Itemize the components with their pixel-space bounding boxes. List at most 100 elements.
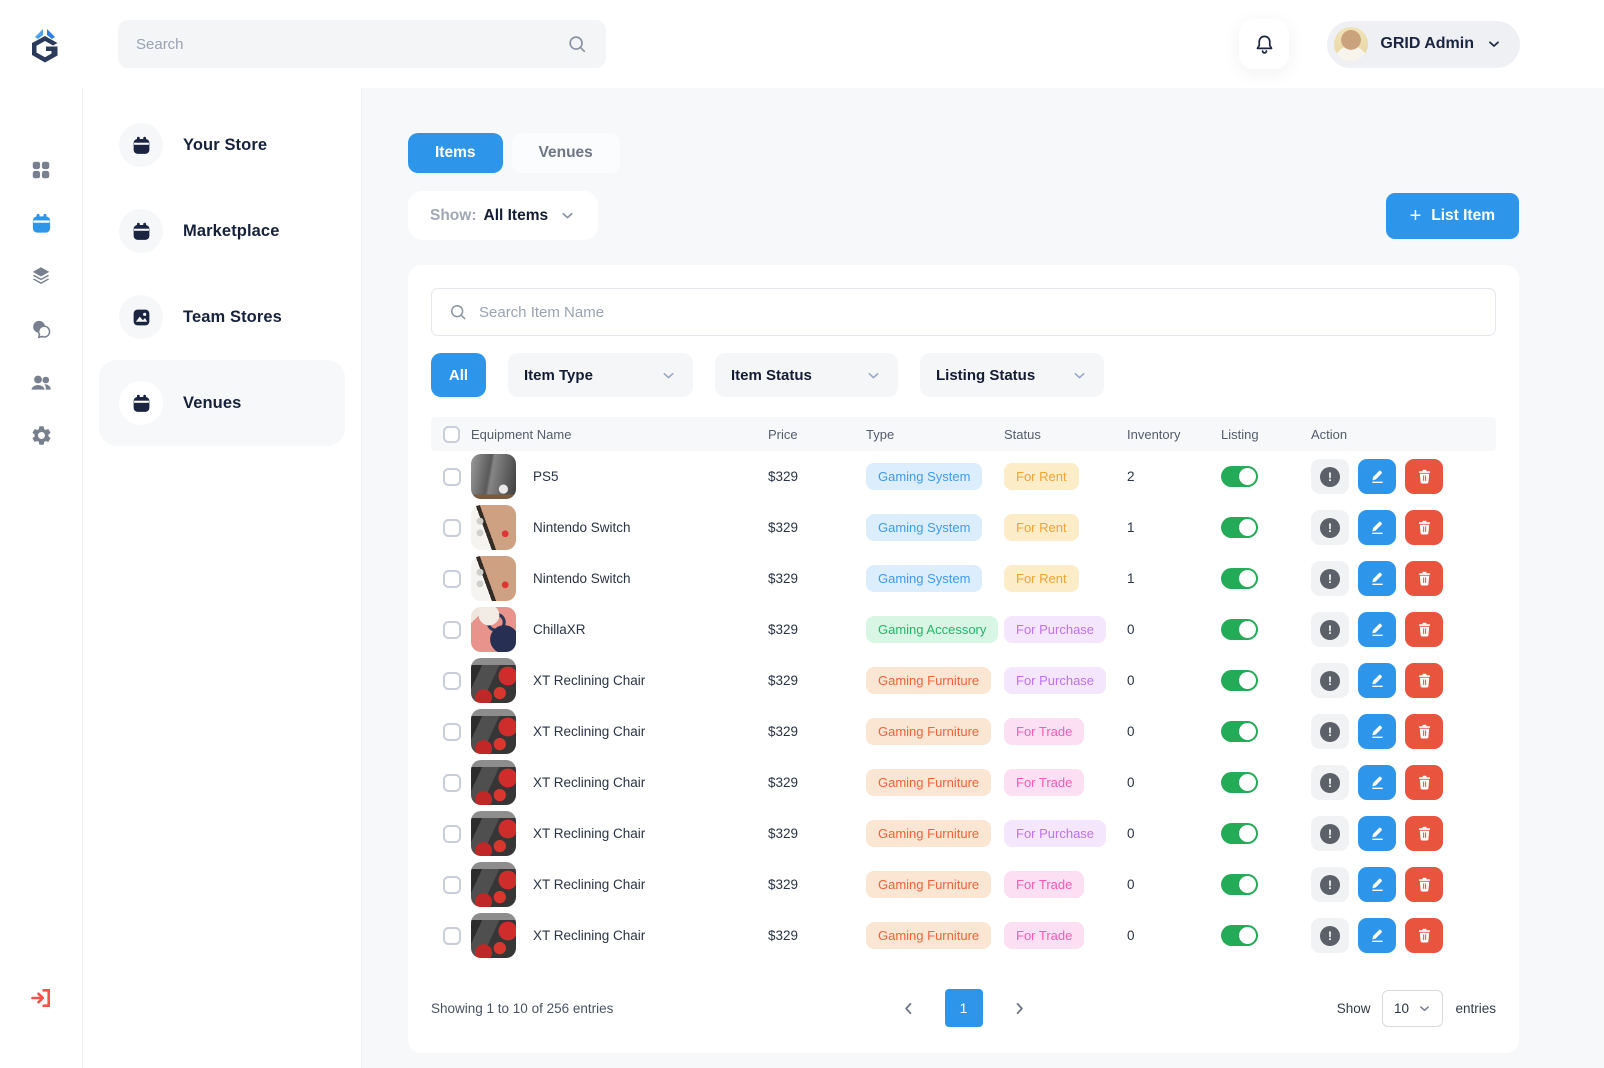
delete-button[interactable] — [1405, 816, 1443, 851]
tab-venues[interactable]: Venues — [512, 133, 620, 173]
row-checkbox[interactable] — [443, 825, 461, 843]
page-number[interactable]: 1 — [945, 989, 983, 1027]
delete-button[interactable] — [1405, 561, 1443, 596]
filter-listing-status-dropdown[interactable]: Listing Status — [920, 353, 1104, 397]
search-icon — [566, 33, 588, 55]
info-button[interactable]: ! — [1311, 765, 1349, 800]
global-search-input[interactable] — [136, 36, 566, 53]
sidebar-item-venues[interactable]: Venues — [99, 360, 345, 446]
listing-toggle[interactable] — [1221, 874, 1258, 895]
delete-button[interactable] — [1405, 765, 1443, 800]
table-row: Nintendo Switch $329 Gaming System For R… — [431, 502, 1496, 553]
next-page-button[interactable] — [1010, 999, 1029, 1018]
delete-button[interactable] — [1405, 918, 1443, 953]
info-button[interactable]: ! — [1311, 918, 1349, 953]
equipment-name: ChillaXR — [533, 622, 586, 637]
listing-toggle[interactable] — [1221, 772, 1258, 793]
table-row: XT Reclining Chair $329 Gaming Furniture… — [431, 706, 1496, 757]
delete-button[interactable] — [1405, 612, 1443, 647]
info-button[interactable]: ! — [1311, 663, 1349, 698]
list-item-button[interactable]: + List Item — [1386, 193, 1519, 239]
row-checkbox[interactable] — [443, 519, 461, 537]
layers-icon[interactable] — [29, 264, 53, 288]
info-button[interactable]: ! — [1311, 867, 1349, 902]
sidebar: Your Store Marketplace Team Stores Venue… — [83, 88, 362, 1068]
logout-icon[interactable] — [29, 986, 53, 1010]
settings-gear-icon[interactable] — [29, 423, 53, 447]
listing-toggle[interactable] — [1221, 925, 1258, 946]
delete-button[interactable] — [1405, 714, 1443, 749]
edit-button[interactable] — [1358, 459, 1396, 494]
inventory-cell: 0 — [1127, 673, 1221, 688]
show-filter-dropdown[interactable]: Show: All Items — [408, 191, 598, 240]
trash-icon — [1416, 723, 1433, 740]
col-type: Type — [866, 427, 1004, 442]
info-button[interactable]: ! — [1311, 510, 1349, 545]
edit-button[interactable] — [1358, 612, 1396, 647]
row-checkbox[interactable] — [443, 570, 461, 588]
edit-button[interactable] — [1358, 714, 1396, 749]
row-checkbox[interactable] — [443, 774, 461, 792]
info-button[interactable]: ! — [1311, 714, 1349, 749]
listing-toggle[interactable] — [1221, 823, 1258, 844]
bell-icon — [1253, 33, 1276, 56]
user-name: GRID Admin — [1380, 35, 1474, 53]
sidebar-item-team-stores[interactable]: Team Stores — [99, 274, 345, 360]
users-icon[interactable] — [29, 370, 53, 394]
edit-button[interactable] — [1358, 816, 1396, 851]
sidebar-item-your-store[interactable]: Your Store — [99, 102, 345, 188]
delete-button[interactable] — [1405, 510, 1443, 545]
store-calendar-icon[interactable] — [29, 211, 53, 235]
filter-item-status-dropdown[interactable]: Item Status — [715, 353, 898, 397]
view-tabs: Items Venues — [408, 133, 1519, 173]
tab-items[interactable]: Items — [408, 133, 503, 173]
select-all-checkbox[interactable] — [443, 426, 460, 443]
pencil-icon — [1369, 468, 1386, 485]
price-cell: $329 — [768, 928, 866, 943]
info-button[interactable]: ! — [1311, 816, 1349, 851]
row-checkbox[interactable] — [443, 927, 461, 945]
trash-icon — [1416, 825, 1433, 842]
grid-logo-icon — [24, 23, 66, 65]
notifications-button[interactable] — [1239, 19, 1289, 69]
filter-all-button[interactable]: All — [431, 353, 486, 397]
delete-button[interactable] — [1405, 663, 1443, 698]
edit-button[interactable] — [1358, 918, 1396, 953]
dashboard-icon[interactable] — [29, 158, 53, 182]
row-checkbox[interactable] — [443, 621, 461, 639]
delete-button[interactable] — [1405, 867, 1443, 902]
row-checkbox[interactable] — [443, 876, 461, 894]
delete-button[interactable] — [1405, 459, 1443, 494]
listing-toggle[interactable] — [1221, 517, 1258, 538]
row-checkbox[interactable] — [443, 468, 461, 486]
user-menu[interactable]: GRID Admin — [1327, 21, 1520, 68]
info-button[interactable]: ! — [1311, 612, 1349, 647]
type-badge: Gaming Accessory — [866, 616, 998, 643]
edit-button[interactable] — [1358, 867, 1396, 902]
row-checkbox[interactable] — [443, 723, 461, 741]
listing-toggle[interactable] — [1221, 568, 1258, 589]
info-button[interactable]: ! — [1311, 459, 1349, 494]
filter-item-type-dropdown[interactable]: Item Type — [508, 353, 693, 397]
sidebar-item-marketplace[interactable]: Marketplace — [99, 188, 345, 274]
edit-button[interactable] — [1358, 663, 1396, 698]
type-badge: Gaming System — [866, 514, 982, 541]
listing-toggle[interactable] — [1221, 466, 1258, 487]
page-size-select[interactable]: 10 — [1382, 990, 1443, 1027]
info-button[interactable]: ! — [1311, 561, 1349, 596]
listing-toggle[interactable] — [1221, 619, 1258, 640]
inventory-cell: 0 — [1127, 826, 1221, 841]
chat-icon[interactable] — [29, 317, 53, 341]
prev-page-button[interactable] — [899, 999, 918, 1018]
item-search-input[interactable] — [479, 304, 1479, 321]
global-search — [118, 20, 606, 68]
listing-toggle[interactable] — [1221, 721, 1258, 742]
row-checkbox[interactable] — [443, 672, 461, 690]
main-content: Items Venues Show: All Items + List Item — [362, 88, 1604, 1068]
sidebar-item-label: Venues — [183, 394, 241, 413]
edit-button[interactable] — [1358, 765, 1396, 800]
edit-button[interactable] — [1358, 561, 1396, 596]
exclamation-icon: ! — [1320, 824, 1340, 844]
listing-toggle[interactable] — [1221, 670, 1258, 691]
edit-button[interactable] — [1358, 510, 1396, 545]
